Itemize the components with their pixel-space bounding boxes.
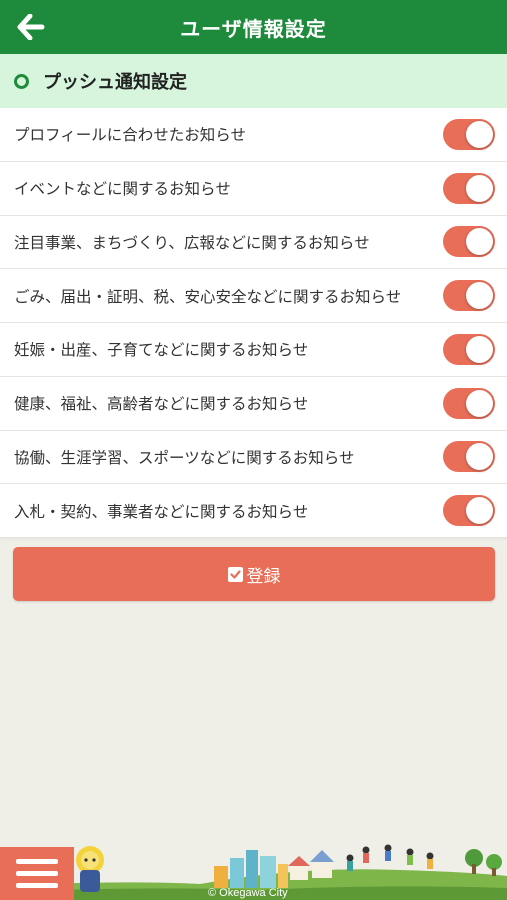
notification-toggle[interactable]	[443, 333, 495, 365]
setting-row: 協働、生涯学習、スポーツなどに関するお知らせ	[0, 430, 507, 485]
menu-button[interactable]	[0, 847, 74, 900]
register-button[interactable]: 登録	[13, 547, 495, 601]
notification-toggle[interactable]	[443, 226, 495, 258]
setting-row: ごみ、届出・証明、税、安心安全などに関するお知らせ	[0, 269, 507, 323]
circle-icon	[14, 73, 29, 89]
notification-toggle[interactable]	[443, 118, 495, 150]
toggle-knob	[466, 228, 493, 256]
setting-label: プロフィールに合わせたお知らせ	[14, 126, 246, 145]
notification-toggle[interactable]	[443, 280, 495, 312]
arrow-left-icon	[17, 14, 45, 40]
hamburger-line	[16, 883, 58, 888]
register-label: 登録	[246, 566, 281, 587]
hamburger-menu-icon	[16, 859, 58, 864]
setting-label: 健康、福祉、高齢者などに関するお知らせ	[14, 395, 309, 414]
setting-row: イベントなどに関するお知らせ	[0, 161, 507, 216]
setting-row: 注目事業、まちづくり、広報などに関するお知らせ	[0, 215, 507, 270]
notification-toggle[interactable]	[443, 495, 495, 527]
toggle-knob	[466, 443, 493, 471]
setting-label: イベントなどに関するお知らせ	[14, 180, 231, 199]
app-header: ユーザ情報設定	[0, 0, 507, 54]
footer-illustration: © Okegawa City	[0, 840, 507, 900]
settings-list: プロフィールに合わせたお知らせ イベントなどに関するお知らせ 注目事業、まちづく…	[0, 108, 507, 538]
toggle-knob	[466, 174, 493, 202]
setting-row: 健康、福祉、高齢者などに関するお知らせ	[0, 376, 507, 431]
setting-row: 入札・契約、事業者などに関するお知らせ	[0, 484, 507, 538]
back-button[interactable]	[14, 12, 48, 42]
toggle-knob	[466, 282, 493, 310]
toggle-knob	[466, 335, 493, 363]
toggle-knob	[466, 389, 493, 417]
setting-row: 妊娠・出産、子育てなどに関するお知らせ	[0, 323, 507, 377]
setting-label: 注目事業、まちづくり、広報などに関するお知らせ	[14, 233, 370, 252]
notification-toggle[interactable]	[443, 387, 495, 419]
setting-label: ごみ、届出・証明、税、安心安全などに関するお知らせ	[14, 287, 402, 306]
setting-row: プロフィールに合わせたお知らせ	[0, 108, 507, 162]
notification-toggle[interactable]	[443, 441, 495, 473]
copyright-text: © Okegawa City	[208, 887, 288, 899]
notification-toggle[interactable]	[443, 172, 495, 204]
setting-label: 入札・契約、事業者などに関するお知らせ	[14, 502, 309, 521]
section-title: プッシュ通知設定	[43, 72, 187, 93]
setting-label: 協働、生涯学習、スポーツなどに関するお知らせ	[14, 448, 355, 467]
hamburger-line	[16, 871, 58, 876]
toggle-knob	[466, 497, 493, 525]
section-header: プッシュ通知設定	[0, 54, 507, 108]
checkbox-icon	[227, 566, 243, 582]
setting-label: 妊娠・出産、子育てなどに関するお知らせ	[14, 341, 309, 360]
toggle-knob	[466, 120, 493, 148]
page-title: ユーザ情報設定	[180, 16, 327, 41]
